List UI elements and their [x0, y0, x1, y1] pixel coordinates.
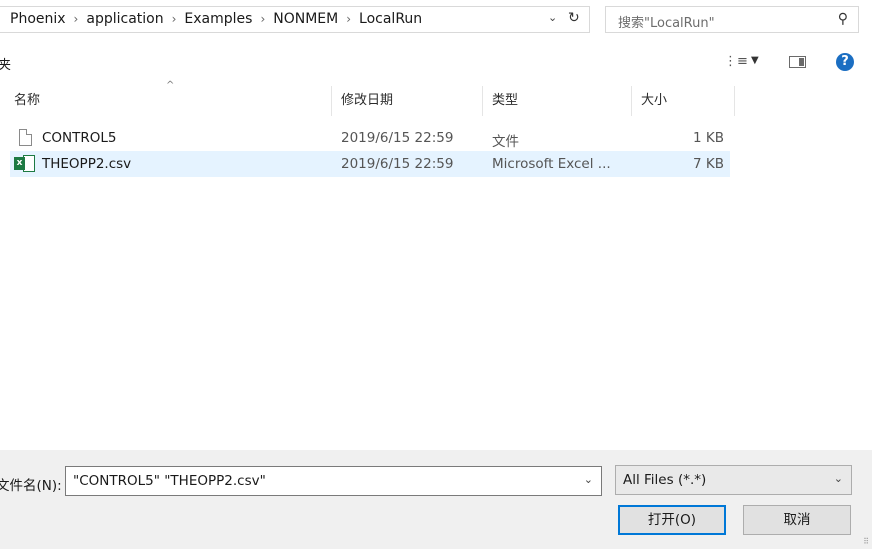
- column-header-name[interactable]: 名称: [14, 86, 40, 116]
- breadcrumb-item-nonmem[interactable]: NONMEM: [273, 11, 338, 27]
- chevron-down-icon[interactable]: ⌄: [584, 473, 593, 486]
- file-date: 2019/6/15 22:59: [341, 156, 454, 172]
- breadcrumb-item-phoenix[interactable]: Phoenix: [10, 11, 66, 27]
- filename-label: 文件名(N):: [0, 478, 62, 494]
- file-type: Microsoft Excel ...: [492, 156, 611, 172]
- column-divider[interactable]: [631, 86, 632, 116]
- open-button[interactable]: 打开(O): [618, 505, 726, 535]
- column-header-row: 名称 修改日期 类型 大小: [0, 86, 735, 116]
- filetype-value: All Files (*.*): [623, 472, 707, 488]
- column-header-size[interactable]: 大小: [641, 86, 667, 116]
- search-icon[interactable]: ⚲: [838, 11, 848, 27]
- filename-value: "CONTROL5" "THEOPP2.csv": [73, 473, 266, 489]
- file-name: THEOPP2.csv: [42, 156, 132, 172]
- breadcrumb-item-localrun[interactable]: LocalRun: [359, 11, 422, 27]
- file-type: 文件: [492, 134, 519, 150]
- chevron-down-icon[interactable]: ⌄: [834, 472, 843, 485]
- help-icon[interactable]: ?: [836, 53, 854, 71]
- chevron-right-icon[interactable]: ›: [260, 12, 265, 26]
- chevron-right-icon[interactable]: ›: [346, 12, 351, 26]
- file-icon: [19, 129, 32, 146]
- column-divider[interactable]: [734, 86, 735, 116]
- chevron-right-icon[interactable]: ›: [172, 12, 177, 26]
- filetype-select[interactable]: All Files (*.*) ⌄: [615, 465, 852, 495]
- breadcrumb-item-application[interactable]: application: [86, 11, 163, 27]
- column-header-date[interactable]: 修改日期: [341, 86, 393, 116]
- resize-grip-icon[interactable]: ⠿: [863, 537, 869, 546]
- file-size: 1 KB: [693, 130, 724, 146]
- column-header-type[interactable]: 类型: [492, 86, 518, 116]
- column-divider[interactable]: [331, 86, 332, 116]
- file-date: 2019/6/15 22:59: [341, 130, 454, 146]
- view-dropdown-icon[interactable]: ▼: [751, 55, 759, 66]
- chevron-down-icon[interactable]: ⌄: [548, 11, 557, 24]
- file-open-dialog: Phoenix › application › Examples › NONME…: [0, 0, 872, 549]
- file-row[interactable]: CONTROL5 2019/6/15 22:59 文件 1 KB: [10, 125, 730, 151]
- breadcrumb-item-examples[interactable]: Examples: [184, 11, 252, 27]
- refresh-icon[interactable]: ↻: [568, 10, 580, 26]
- column-divider[interactable]: [482, 86, 483, 116]
- view-options-icon[interactable]: ⋮≡: [724, 54, 748, 69]
- file-row-selected[interactable]: x THEOPP2.csv 2019/6/15 22:59 Microsoft …: [10, 151, 730, 177]
- filename-input[interactable]: "CONTROL5" "THEOPP2.csv" ⌄: [65, 466, 602, 496]
- cancel-button[interactable]: 取消: [743, 505, 851, 535]
- search-input[interactable]: 搜索"LocalRun" ⚲: [605, 6, 859, 33]
- toolbar-partial-label[interactable]: 夹: [0, 54, 11, 73]
- preview-pane-icon[interactable]: [789, 56, 806, 68]
- toolbar: 夹 ⋮≡ ▼ ?: [0, 46, 872, 78]
- file-size: 7 KB: [693, 156, 724, 172]
- breadcrumb: Phoenix › application › Examples › NONME…: [10, 11, 422, 27]
- excel-icon: x: [14, 155, 36, 173]
- file-name: CONTROL5: [42, 130, 117, 146]
- address-bar[interactable]: Phoenix › application › Examples › NONME…: [0, 6, 590, 33]
- search-placeholder: 搜索"LocalRun": [618, 16, 715, 31]
- chevron-right-icon[interactable]: ›: [74, 12, 79, 26]
